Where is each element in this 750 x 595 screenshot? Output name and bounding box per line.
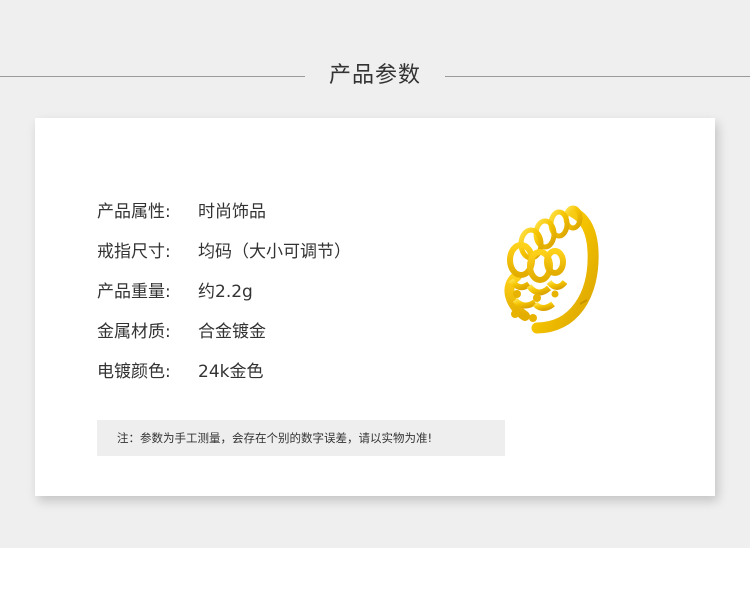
spec-row-attribute: 产品属性: 时尚饰品 <box>97 200 266 224</box>
spec-value: 合金镀金 <box>198 322 266 342</box>
header-divider-left <box>0 76 305 77</box>
spec-label: 金属材质: <box>97 322 171 342</box>
spec-row-plating-color: 电镀颜色: 24k金色 <box>97 360 263 384</box>
spec-row-weight: 产品重量: 约2.2g <box>97 280 253 304</box>
spec-value: 时尚饰品 <box>198 202 266 222</box>
section-title: 产品参数 <box>328 63 421 88</box>
note-box: 注：参数为手工测量，会存在个别的数字误差，请以实物为准! <box>97 420 505 456</box>
header-divider-right <box>445 76 750 77</box>
spec-label: 产品属性: <box>97 202 171 222</box>
spec-label: 电镀颜色: <box>97 362 171 382</box>
spec-label: 产品重量: <box>97 282 171 302</box>
spec-value: 24k金色 <box>198 362 264 382</box>
spec-row-material: 金属材质: 合金镀金 <box>97 320 266 344</box>
spec-row-size: 戒指尺寸: 均码（大小可调节） <box>97 240 351 264</box>
product-image-ring <box>504 205 599 334</box>
spec-value: 均码（大小可调节） <box>198 242 351 262</box>
spec-value: 约2.2g <box>198 282 253 302</box>
spec-label: 戒指尺寸: <box>97 242 171 262</box>
note-text: 注：参数为手工测量，会存在个别的数字误差，请以实物为准! <box>117 431 433 445</box>
spec-card: 产品属性: 时尚饰品 戒指尺寸: 均码（大小可调节） 产品重量: 约2.2g 金属材质… <box>35 118 715 496</box>
